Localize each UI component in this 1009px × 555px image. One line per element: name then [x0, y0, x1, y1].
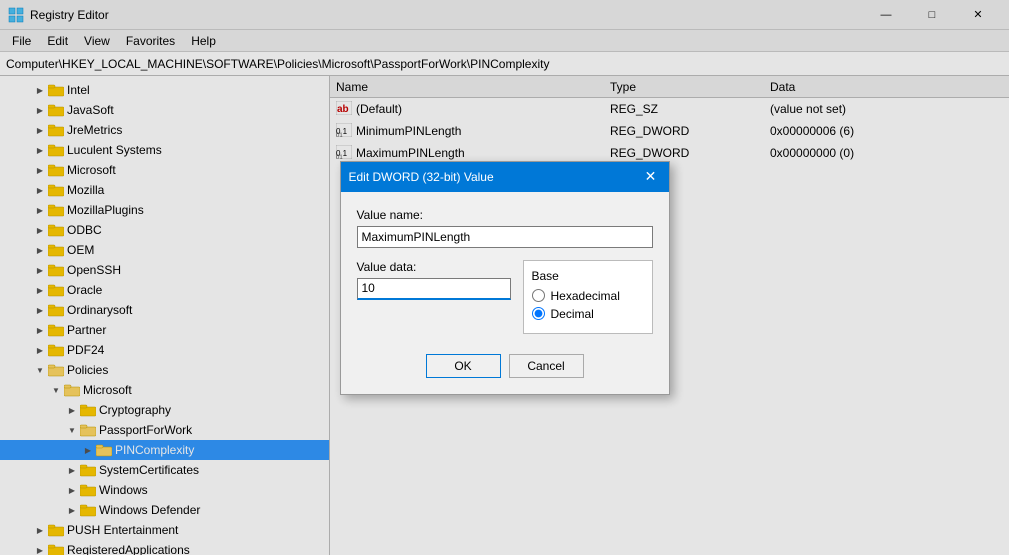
hex-option[interactable]: Hexadecimal — [532, 289, 644, 303]
base-section: Base Hexadecimal Decimal — [523, 260, 653, 334]
dialog-title-bar: Edit DWORD (32-bit) Value ✕ — [341, 162, 669, 192]
value-name-label: Value name: — [357, 208, 653, 222]
base-label: Base — [532, 269, 644, 283]
data-base-row: Value data: Base Hexadecimal Decimal — [357, 260, 653, 334]
dialog-overlay: Edit DWORD (32-bit) Value ✕ Value name: … — [0, 0, 1009, 555]
cancel-button[interactable]: Cancel — [509, 354, 584, 378]
hex-label: Hexadecimal — [551, 289, 620, 303]
dec-label: Decimal — [551, 307, 594, 321]
dialog-close-button[interactable]: ✕ — [641, 167, 661, 187]
ok-button[interactable]: OK — [426, 354, 501, 378]
dec-radio[interactable] — [532, 307, 545, 320]
dec-option[interactable]: Decimal — [532, 307, 644, 321]
value-data-input[interactable] — [357, 278, 511, 300]
hex-radio[interactable] — [532, 289, 545, 302]
dialog-buttons: OK Cancel — [357, 350, 653, 378]
edit-dword-dialog: Edit DWORD (32-bit) Value ✕ Value name: … — [340, 161, 670, 395]
value-name-input[interactable] — [357, 226, 653, 248]
dialog-title: Edit DWORD (32-bit) Value — [349, 170, 494, 184]
value-data-label: Value data: — [357, 260, 511, 274]
value-data-section: Value data: — [357, 260, 511, 334]
dialog-body: Value name: Value data: Base Hexadecimal… — [341, 192, 669, 394]
